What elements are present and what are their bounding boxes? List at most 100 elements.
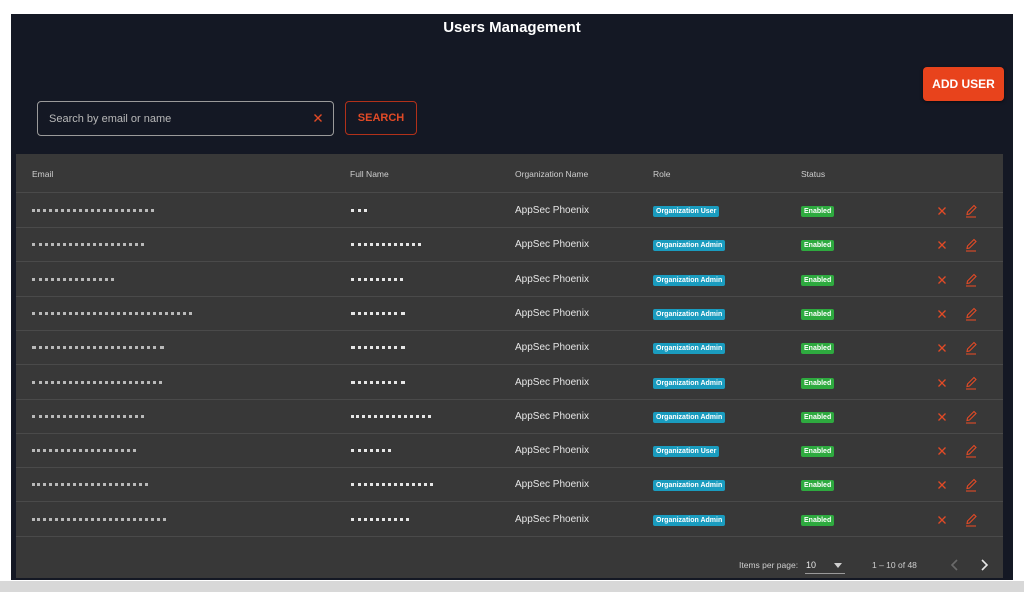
column-header-status[interactable]: Status <box>801 169 825 179</box>
status-badge: Enabled <box>801 308 835 320</box>
email-cell-redacted <box>32 517 166 522</box>
full-name-cell-redacted <box>347 331 447 365</box>
app-window: Users Management ADD USER SEARCH Email F… <box>11 14 1013 580</box>
email-cell-redacted <box>32 311 192 316</box>
close-icon[interactable] <box>936 342 948 354</box>
role-badge: Organization User <box>653 206 720 217</box>
table-row[interactable]: AppSec Phoenix Organization User Enabled <box>16 194 1003 228</box>
organization-cell: AppSec Phoenix <box>515 376 589 388</box>
role-badge: Organization Admin <box>653 480 726 492</box>
close-icon[interactable] <box>936 205 948 217</box>
status-badge: Enabled <box>801 240 835 252</box>
close-icon[interactable] <box>936 239 948 251</box>
full-name-cell-redacted <box>347 503 447 537</box>
pencil-icon[interactable] <box>964 375 978 391</box>
status-badge: Enabled <box>801 377 835 389</box>
organization-cell: AppSec Phoenix <box>515 205 589 216</box>
table-row[interactable]: AppSec Phoenix Organization Admin Enabled <box>16 297 1003 331</box>
search-field[interactable] <box>37 101 334 136</box>
role-badge: Organization Admin <box>653 514 726 526</box>
organization-cell: AppSec Phoenix <box>515 273 589 285</box>
chevron-right-icon[interactable] <box>977 557 991 573</box>
table-row[interactable]: AppSec Phoenix Organization Admin Enabled <box>16 228 1003 263</box>
role-badge: Organization Admin <box>653 274 726 286</box>
paginator: Items per page: 10 1 – 10 of 48 <box>16 553 1003 578</box>
close-icon[interactable] <box>936 377 948 389</box>
table-row[interactable]: AppSec Phoenix Organization Admin Enabled <box>16 263 1003 297</box>
search-button[interactable]: SEARCH <box>345 101 417 135</box>
chevron-left-icon[interactable] <box>948 557 962 573</box>
pencil-icon[interactable] <box>964 512 978 528</box>
pencil-icon[interactable] <box>964 340 978 356</box>
status-badge: Enabled <box>801 343 835 355</box>
pencil-icon[interactable] <box>964 306 978 322</box>
email-cell-redacted <box>32 346 164 350</box>
role-badge: Organization User <box>653 446 720 458</box>
status-badge: Enabled <box>801 206 835 217</box>
column-header-email[interactable]: Email <box>32 169 53 179</box>
close-icon[interactable] <box>936 308 948 320</box>
status-badge: Enabled <box>801 274 835 286</box>
items-per-page-label: Items per page: <box>739 560 799 570</box>
organization-cell: AppSec Phoenix <box>515 445 589 457</box>
table-row[interactable]: AppSec Phoenix Organization Admin Enabled <box>16 468 1003 503</box>
organization-cell: AppSec Phoenix <box>515 342 589 354</box>
table-row[interactable]: AppSec Phoenix Organization Admin Enabled <box>16 400 1003 434</box>
full-name-cell-redacted <box>347 400 447 434</box>
role-badge: Organization Admin <box>653 411 726 423</box>
organization-cell: AppSec Phoenix <box>515 410 589 422</box>
pencil-icon[interactable] <box>964 203 978 219</box>
table-header: Email Full Name Organization Name Role S… <box>16 154 1003 193</box>
email-cell-redacted <box>32 277 114 282</box>
pencil-icon[interactable] <box>964 272 978 288</box>
pencil-icon[interactable] <box>964 237 978 253</box>
close-icon[interactable] <box>936 479 948 491</box>
full-name-cell-redacted <box>347 194 447 228</box>
close-icon[interactable] <box>936 445 948 457</box>
items-per-page-select[interactable]: 10 <box>805 558 845 574</box>
organization-cell: AppSec Phoenix <box>515 479 589 491</box>
role-badge: Organization Admin <box>653 377 726 389</box>
email-cell-redacted <box>32 483 148 487</box>
full-name-cell-redacted <box>347 366 447 400</box>
search-input[interactable] <box>49 110 299 128</box>
email-cell-redacted <box>32 449 136 453</box>
status-badge: Enabled <box>801 446 835 458</box>
full-name-cell-redacted <box>347 263 447 297</box>
users-table: Email Full Name Organization Name Role S… <box>16 154 1003 578</box>
window-bottom-edge <box>0 581 1024 592</box>
close-icon[interactable] <box>936 274 948 286</box>
table-row[interactable]: AppSec Phoenix Organization User Enabled <box>16 434 1003 469</box>
table-row[interactable]: AppSec Phoenix Organization Admin Enabled <box>16 331 1003 366</box>
pencil-icon[interactable] <box>964 409 978 425</box>
items-per-page-value: 10 <box>806 560 817 570</box>
add-user-button[interactable]: ADD USER <box>923 67 1004 101</box>
caret-down-icon <box>834 563 842 568</box>
status-badge: Enabled <box>801 411 835 423</box>
column-header-role[interactable]: Role <box>653 169 670 179</box>
organization-cell: AppSec Phoenix <box>515 513 589 525</box>
email-cell-redacted <box>32 243 144 247</box>
page-title: Users Management <box>443 19 581 36</box>
full-name-cell-redacted <box>347 468 447 502</box>
email-cell-redacted <box>32 414 144 419</box>
full-name-cell-redacted <box>347 228 447 262</box>
close-icon[interactable] <box>936 411 948 423</box>
role-badge: Organization Admin <box>653 343 726 355</box>
full-name-cell-redacted <box>347 297 447 331</box>
close-icon[interactable] <box>936 514 948 526</box>
email-cell-redacted <box>32 380 162 385</box>
column-header-organization[interactable]: Organization Name <box>515 169 588 179</box>
table-row[interactable]: AppSec Phoenix Organization Admin Enabled <box>16 366 1003 400</box>
role-badge: Organization Admin <box>653 240 726 252</box>
column-header-full-name[interactable]: Full Name <box>350 169 389 179</box>
page-range-label: 1 – 10 of 48 <box>872 560 917 570</box>
pencil-icon[interactable] <box>964 443 978 459</box>
table-row[interactable]: AppSec Phoenix Organization Admin Enabled <box>16 503 1003 537</box>
organization-cell: AppSec Phoenix <box>515 307 589 319</box>
pencil-icon[interactable] <box>964 477 978 493</box>
organization-cell: AppSec Phoenix <box>515 239 589 251</box>
clear-search-icon[interactable] <box>310 110 326 126</box>
status-badge: Enabled <box>801 480 835 492</box>
email-cell-redacted <box>32 209 154 213</box>
